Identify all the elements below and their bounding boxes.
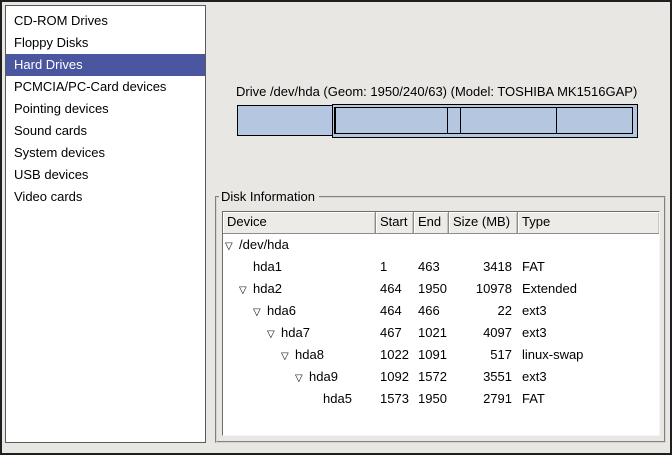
size-cell bbox=[449, 234, 518, 256]
sidebar-item-cd-rom-drives[interactable]: CD-ROM Drives bbox=[6, 10, 205, 32]
expander-icon[interactable]: ▽ bbox=[281, 346, 295, 366]
start-cell: 464 bbox=[376, 300, 414, 322]
expander-icon[interactable]: ▽ bbox=[267, 324, 281, 344]
start-cell bbox=[376, 234, 414, 256]
disk-information-title: Disk Information bbox=[219, 189, 319, 205]
type-cell: Extended bbox=[518, 278, 659, 300]
sidebar-item-hard-drives[interactable]: Hard Drives bbox=[6, 54, 205, 76]
partition-segment-hda9 bbox=[460, 107, 558, 134]
device-cell: ▽/dev/hda bbox=[223, 234, 376, 256]
disk-row-hda7[interactable]: ▽hda746710214097ext3 bbox=[223, 322, 659, 344]
disk-row-hda6[interactable]: ▽hda646446622ext3 bbox=[223, 300, 659, 322]
size-cell: 517 bbox=[449, 344, 518, 366]
column-header-end[interactable]: End bbox=[414, 212, 449, 233]
size-cell: 22 bbox=[449, 300, 518, 322]
device-name: hda9 bbox=[309, 369, 338, 384]
hardware-browser-window: CD-ROM DrivesFloppy DisksHard DrivesPCMC… bbox=[0, 0, 672, 455]
device-name: hda6 bbox=[267, 303, 296, 318]
end-cell: 463 bbox=[414, 256, 449, 278]
type-cell bbox=[518, 234, 659, 256]
size-cell: 2791 bbox=[449, 388, 518, 410]
end-cell: 466 bbox=[414, 300, 449, 322]
start-cell: 1 bbox=[376, 256, 414, 278]
end-cell: 1021 bbox=[414, 322, 449, 344]
extended-partition-segments bbox=[334, 107, 636, 134]
device-category-list: CD-ROM DrivesFloppy DisksHard DrivesPCMC… bbox=[5, 5, 206, 443]
start-cell: 464 bbox=[376, 278, 414, 300]
device-name: hda8 bbox=[295, 347, 324, 362]
type-cell: FAT bbox=[518, 388, 659, 410]
partition-segment-hda5 bbox=[556, 107, 633, 134]
end-cell: 1950 bbox=[414, 278, 449, 300]
disk-table: DeviceStartEndSize (MB)Type ▽/dev/hdahda… bbox=[222, 211, 660, 436]
device-name: hda1 bbox=[253, 259, 282, 274]
disk-row-hda2[interactable]: ▽hda2464195010978Extended bbox=[223, 278, 659, 300]
sidebar-item-video-cards[interactable]: Video cards bbox=[6, 186, 205, 208]
sidebar-item-sound-cards[interactable]: Sound cards bbox=[6, 120, 205, 142]
device-name: hda2 bbox=[253, 281, 282, 296]
drive-geometry-label: Drive /dev/hda (Geom: 1950/240/63) (Mode… bbox=[236, 84, 637, 99]
column-header-device[interactable]: Device bbox=[223, 212, 376, 233]
size-cell: 10978 bbox=[449, 278, 518, 300]
start-cell: 1092 bbox=[376, 366, 414, 388]
sidebar-item-pointing-devices[interactable]: Pointing devices bbox=[6, 98, 205, 120]
device-name: /dev/hda bbox=[239, 237, 289, 252]
column-header-type[interactable]: Type bbox=[518, 212, 659, 233]
start-cell: 1573 bbox=[376, 388, 414, 410]
type-cell: ext3 bbox=[518, 366, 659, 388]
disk-table-body: ▽/dev/hdahda114633418FAT▽hda246419501097… bbox=[223, 234, 659, 410]
end-cell: 1091 bbox=[414, 344, 449, 366]
device-cell: ▽hda8 bbox=[223, 344, 376, 366]
column-header-start[interactable]: Start bbox=[376, 212, 414, 233]
type-cell: linux-swap bbox=[518, 344, 659, 366]
disk-information-frame: Disk Information DeviceStartEndSize (MB)… bbox=[215, 196, 666, 443]
expander-icon[interactable]: ▽ bbox=[225, 236, 239, 256]
disk-row-hda1[interactable]: hda1 14633418FAT bbox=[223, 256, 659, 278]
device-name: hda7 bbox=[281, 325, 310, 340]
expander-icon[interactable]: ▽ bbox=[239, 280, 253, 300]
sidebar-item-system-devices[interactable]: System devices bbox=[6, 142, 205, 164]
partition-segment-hda2-extended bbox=[332, 104, 638, 138]
device-cell: ▽hda6 bbox=[223, 300, 376, 322]
type-cell: ext3 bbox=[518, 300, 659, 322]
size-cell: 4097 bbox=[449, 322, 518, 344]
column-header-size-mb[interactable]: Size (MB) bbox=[449, 212, 518, 233]
device-cell: ▽hda7 bbox=[223, 322, 376, 344]
end-cell bbox=[414, 234, 449, 256]
disk-row-hda5[interactable]: hda5 157319502791FAT bbox=[223, 388, 659, 410]
disk-row-hda9[interactable]: ▽hda9109215723551ext3 bbox=[223, 366, 659, 388]
device-name: hda5 bbox=[323, 391, 352, 406]
disk-row-dev-hda[interactable]: ▽/dev/hda bbox=[223, 234, 659, 256]
type-cell: FAT bbox=[518, 256, 659, 278]
partition-segment-hda1 bbox=[237, 105, 333, 136]
device-cell: ▽hda2 bbox=[223, 278, 376, 300]
partition-segment-hda8 bbox=[447, 107, 461, 134]
type-cell: ext3 bbox=[518, 322, 659, 344]
end-cell: 1950 bbox=[414, 388, 449, 410]
end-cell: 1572 bbox=[414, 366, 449, 388]
expander-icon[interactable]: ▽ bbox=[295, 368, 309, 388]
sidebar-item-usb-devices[interactable]: USB devices bbox=[6, 164, 205, 186]
start-cell: 1022 bbox=[376, 344, 414, 366]
size-cell: 3418 bbox=[449, 256, 518, 278]
disk-table-header: DeviceStartEndSize (MB)Type bbox=[223, 212, 659, 234]
device-cell: hda1 bbox=[223, 256, 376, 278]
device-cell: hda5 bbox=[223, 388, 376, 410]
expander-icon[interactable]: ▽ bbox=[253, 302, 267, 322]
start-cell: 467 bbox=[376, 322, 414, 344]
sidebar-item-floppy-disks[interactable]: Floppy Disks bbox=[6, 32, 205, 54]
device-cell: ▽hda9 bbox=[223, 366, 376, 388]
partition-segment-hda7 bbox=[335, 107, 448, 134]
size-cell: 3551 bbox=[449, 366, 518, 388]
partition-diagram bbox=[237, 104, 638, 138]
disk-row-hda8[interactable]: ▽hda810221091517linux-swap bbox=[223, 344, 659, 366]
sidebar-item-pcmcia-pc-card-devices[interactable]: PCMCIA/PC-Card devices bbox=[6, 76, 205, 98]
